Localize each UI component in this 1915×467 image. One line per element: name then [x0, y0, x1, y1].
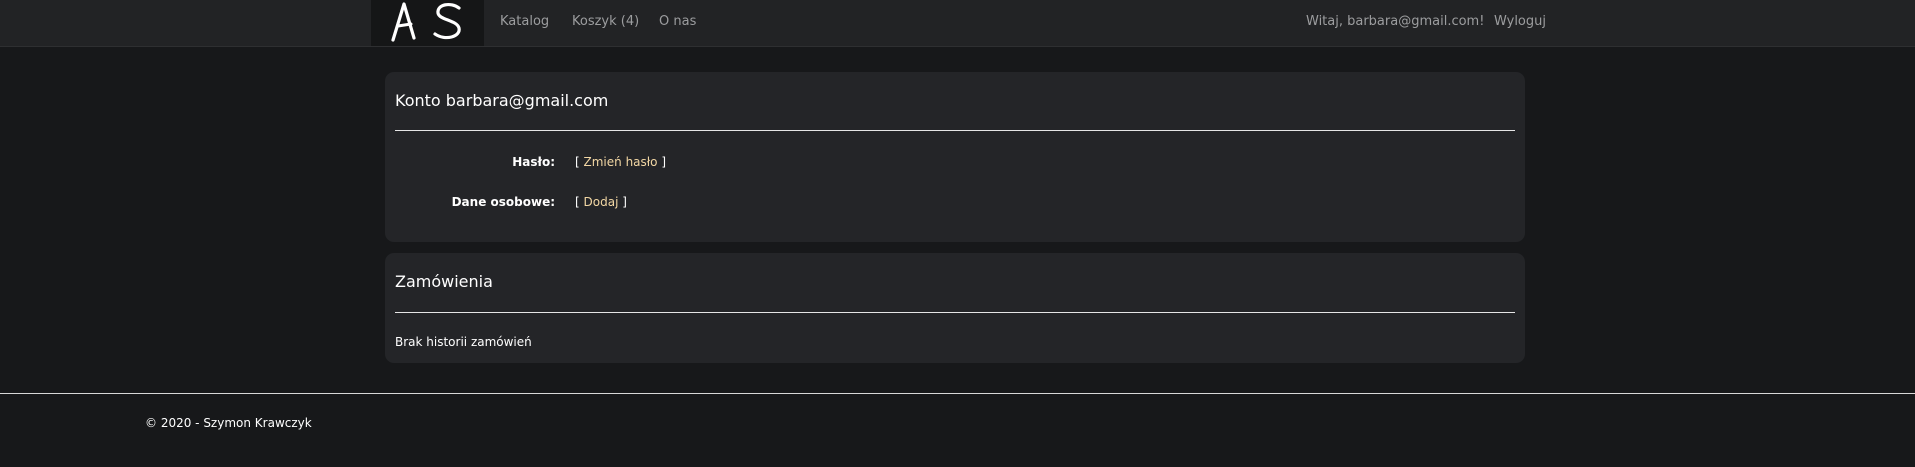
bracket-close: ] — [661, 155, 667, 169]
account-card-divider — [395, 130, 1515, 131]
bracket-close: ] — [622, 195, 627, 209]
brand-logo-icon — [391, 2, 461, 42]
brand-logo[interactable] — [371, 0, 484, 46]
bracket-open: [ — [575, 195, 580, 209]
footer-copyright: © 2020 - Szymon Krawczyk — [145, 416, 312, 430]
orders-card-title: Zamówienia — [395, 272, 493, 291]
orders-card: Zamówienia Brak historii zamówień — [385, 253, 1525, 363]
nav-link-catalog[interactable]: Katalog — [500, 14, 549, 29]
password-label: Hasło: — [512, 155, 555, 169]
bracket-open: [ — [575, 155, 580, 169]
nav-logout-link[interactable]: Wyloguj — [1494, 14, 1546, 29]
personal-data-label: Dane osobowe: — [451, 195, 555, 209]
account-card: Konto barbara@gmail.com Hasło: [ Zmień h… — [385, 72, 1525, 242]
personal-data-value: [ Dodaj ] — [575, 195, 627, 209]
account-card-title: Konto barbara@gmail.com — [395, 91, 609, 110]
top-navbar: Katalog Koszyk (4) O nas Witaj, barbara@… — [0, 0, 1915, 47]
nav-user-greeting[interactable]: Witaj, barbara@gmail.com! — [1306, 14, 1484, 29]
nav-link-cart[interactable]: Koszyk (4) — [572, 14, 639, 29]
change-password-link[interactable]: Zmień hasło — [584, 155, 658, 169]
add-personal-data-link[interactable]: Dodaj — [584, 195, 619, 209]
footer-divider — [0, 393, 1915, 394]
nav-link-about[interactable]: O nas — [659, 14, 696, 29]
orders-empty-message: Brak historii zamówień — [395, 335, 532, 349]
orders-card-divider — [395, 312, 1515, 313]
password-value: [ Zmień hasło ] — [575, 155, 666, 169]
